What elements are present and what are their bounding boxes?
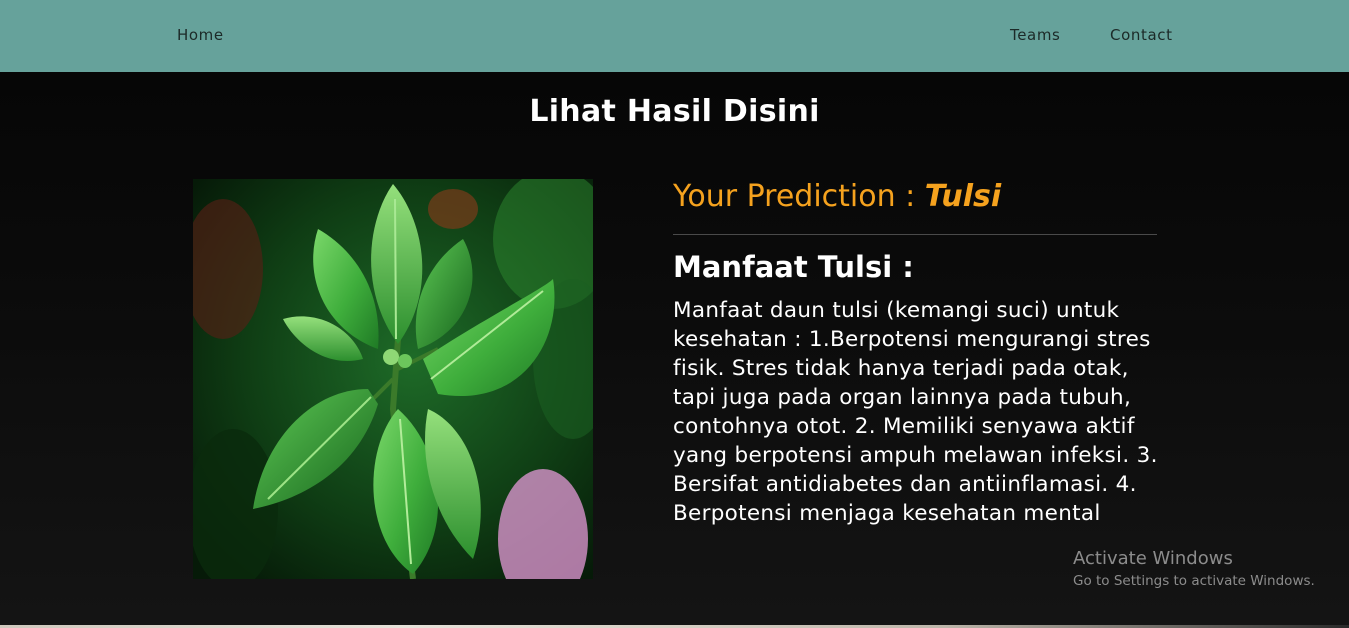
activate-windows-subtitle: Go to Settings to activate Windows.	[1073, 573, 1315, 589]
page-title: Lihat Hasil Disini	[529, 94, 820, 129]
prediction-result: Your Prediction : Tulsi	[673, 179, 1001, 214]
divider	[673, 234, 1157, 235]
nav-contact-link[interactable]: Contact	[1110, 26, 1173, 44]
benefit-description: Manfaat daun tulsi (kemangi suci) untuk …	[673, 298, 1158, 526]
prediction-value: Tulsi	[924, 179, 1002, 214]
benefit-heading: Manfaat Tulsi :	[673, 250, 914, 284]
navbar: Home Teams Contact	[0, 0, 1349, 72]
plant-image	[193, 179, 593, 579]
nav-home-link[interactable]: Home	[177, 26, 224, 44]
nav-teams-link[interactable]: Teams	[1010, 26, 1060, 44]
prediction-label: Your Prediction :	[673, 179, 925, 214]
activate-windows-title: Activate Windows	[1073, 548, 1233, 569]
result-section: Lihat Hasil Disini Your Prediction: Tul…	[0, 72, 1349, 625]
tulsi-leaf-image	[193, 179, 593, 579]
